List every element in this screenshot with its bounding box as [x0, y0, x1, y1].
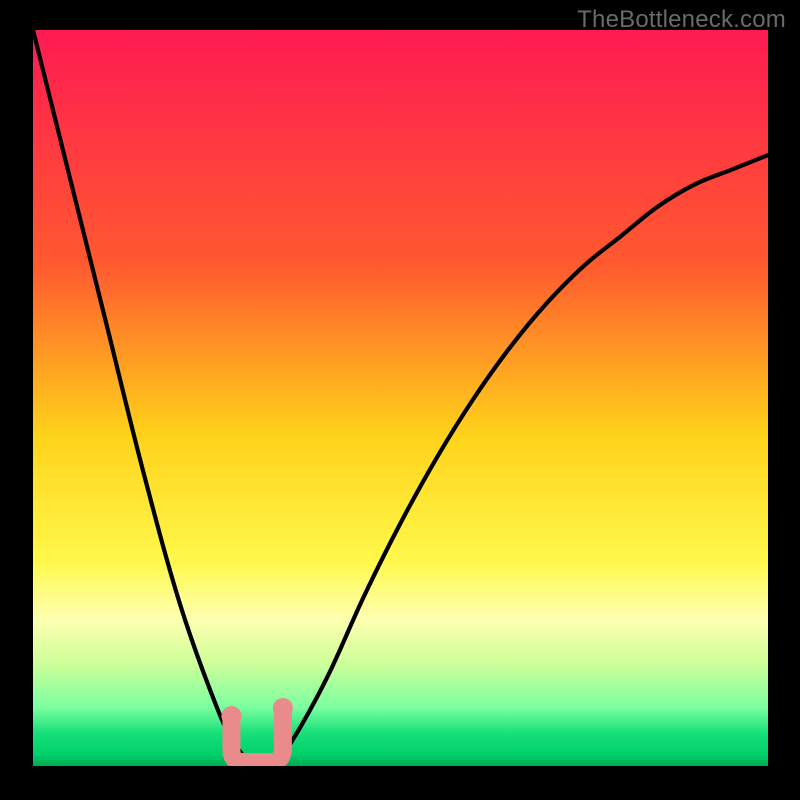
watermark-text: TheBottleneck.com	[577, 6, 786, 34]
bottleneck-chart	[0, 0, 800, 800]
chart-stage: TheBottleneck.com	[0, 0, 800, 800]
gradient-background	[33, 30, 768, 766]
